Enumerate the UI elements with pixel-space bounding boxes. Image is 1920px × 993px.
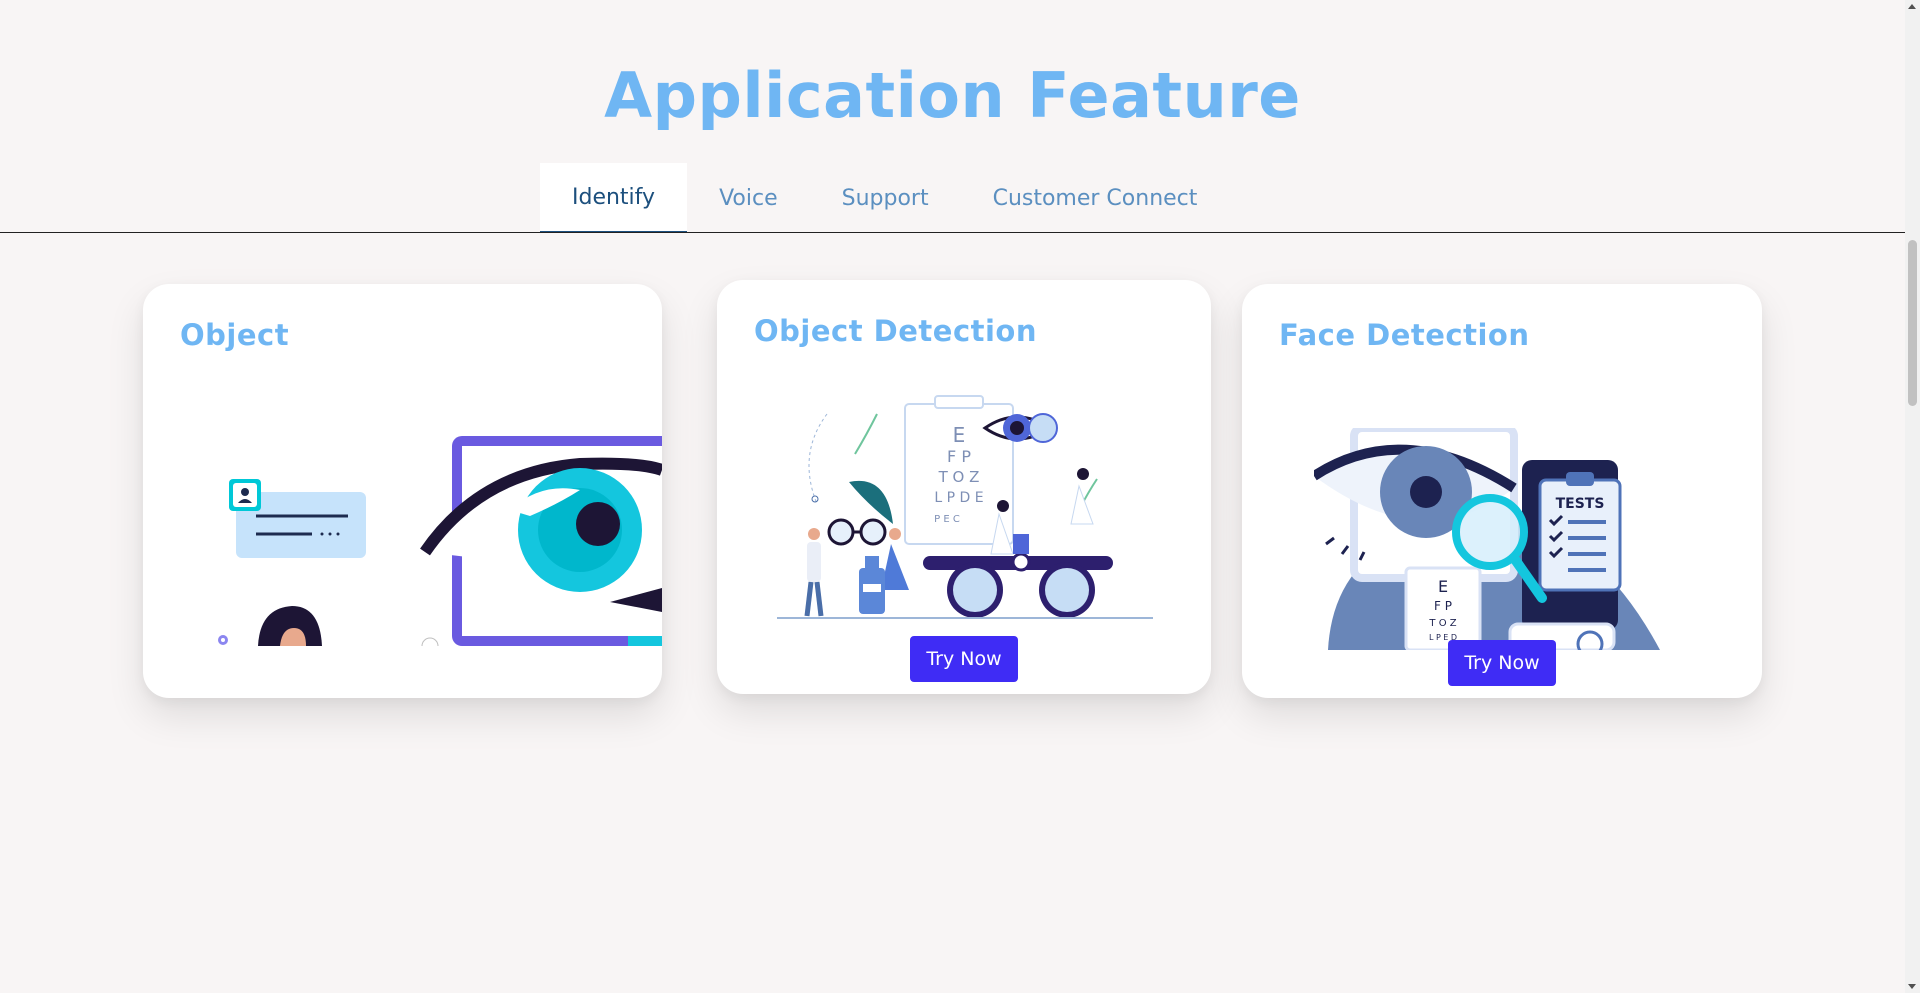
card-face-detection: Face Detection TESTS E F P T O Z L P E D… <box>1242 284 1762 698</box>
svg-text:L P D E: L P D E <box>934 490 983 506</box>
tab-support[interactable]: Support <box>810 163 961 233</box>
svg-text:E: E <box>1438 577 1448 596</box>
scroll-down-icon[interactable] <box>1908 984 1916 989</box>
svg-text:F P: F P <box>947 447 971 466</box>
page-scrollbar[interactable] <box>1905 0 1920 993</box>
tab-identify[interactable]: Identify <box>540 163 688 233</box>
card-object: Object <box>143 284 662 698</box>
svg-text:P E C: P E C <box>934 514 960 525</box>
card-title: Object Detection <box>754 314 1038 348</box>
eye-test-magnifier-illustration: TESTS E F P T O Z L P E D <box>1314 428 1660 650</box>
page: Application Feature Identify Voice Suppo… <box>0 0 1920 993</box>
svg-text:E: E <box>953 423 966 447</box>
card-object-detection: Object Detection E F P T O Z L P D E P E… <box>717 280 1211 694</box>
scroll-up-icon[interactable] <box>1908 4 1916 9</box>
eye-scan-illustration <box>218 436 662 646</box>
svg-text:F P: F P <box>1434 599 1452 613</box>
try-now-button[interactable]: Try Now <box>910 636 1018 682</box>
tab-customer-connect[interactable]: Customer Connect <box>961 163 1230 233</box>
tabs-divider <box>0 232 1905 233</box>
feature-tabs: Identify Voice Support Customer Connect <box>540 163 1229 233</box>
try-now-button[interactable]: Try Now <box>1448 640 1556 686</box>
page-title: Application Feature <box>604 59 1301 132</box>
svg-text:T O Z: T O Z <box>938 468 980 486</box>
card-title: Object <box>180 318 290 352</box>
eye-exam-illustration: E F P T O Z L P D E P E C <box>777 395 1153 619</box>
card-title: Face Detection <box>1279 318 1530 352</box>
svg-text:T O Z: T O Z <box>1428 618 1456 629</box>
scroll-thumb[interactable] <box>1908 240 1917 406</box>
svg-text:TESTS: TESTS <box>1556 496 1605 512</box>
tab-voice[interactable]: Voice <box>687 163 810 233</box>
